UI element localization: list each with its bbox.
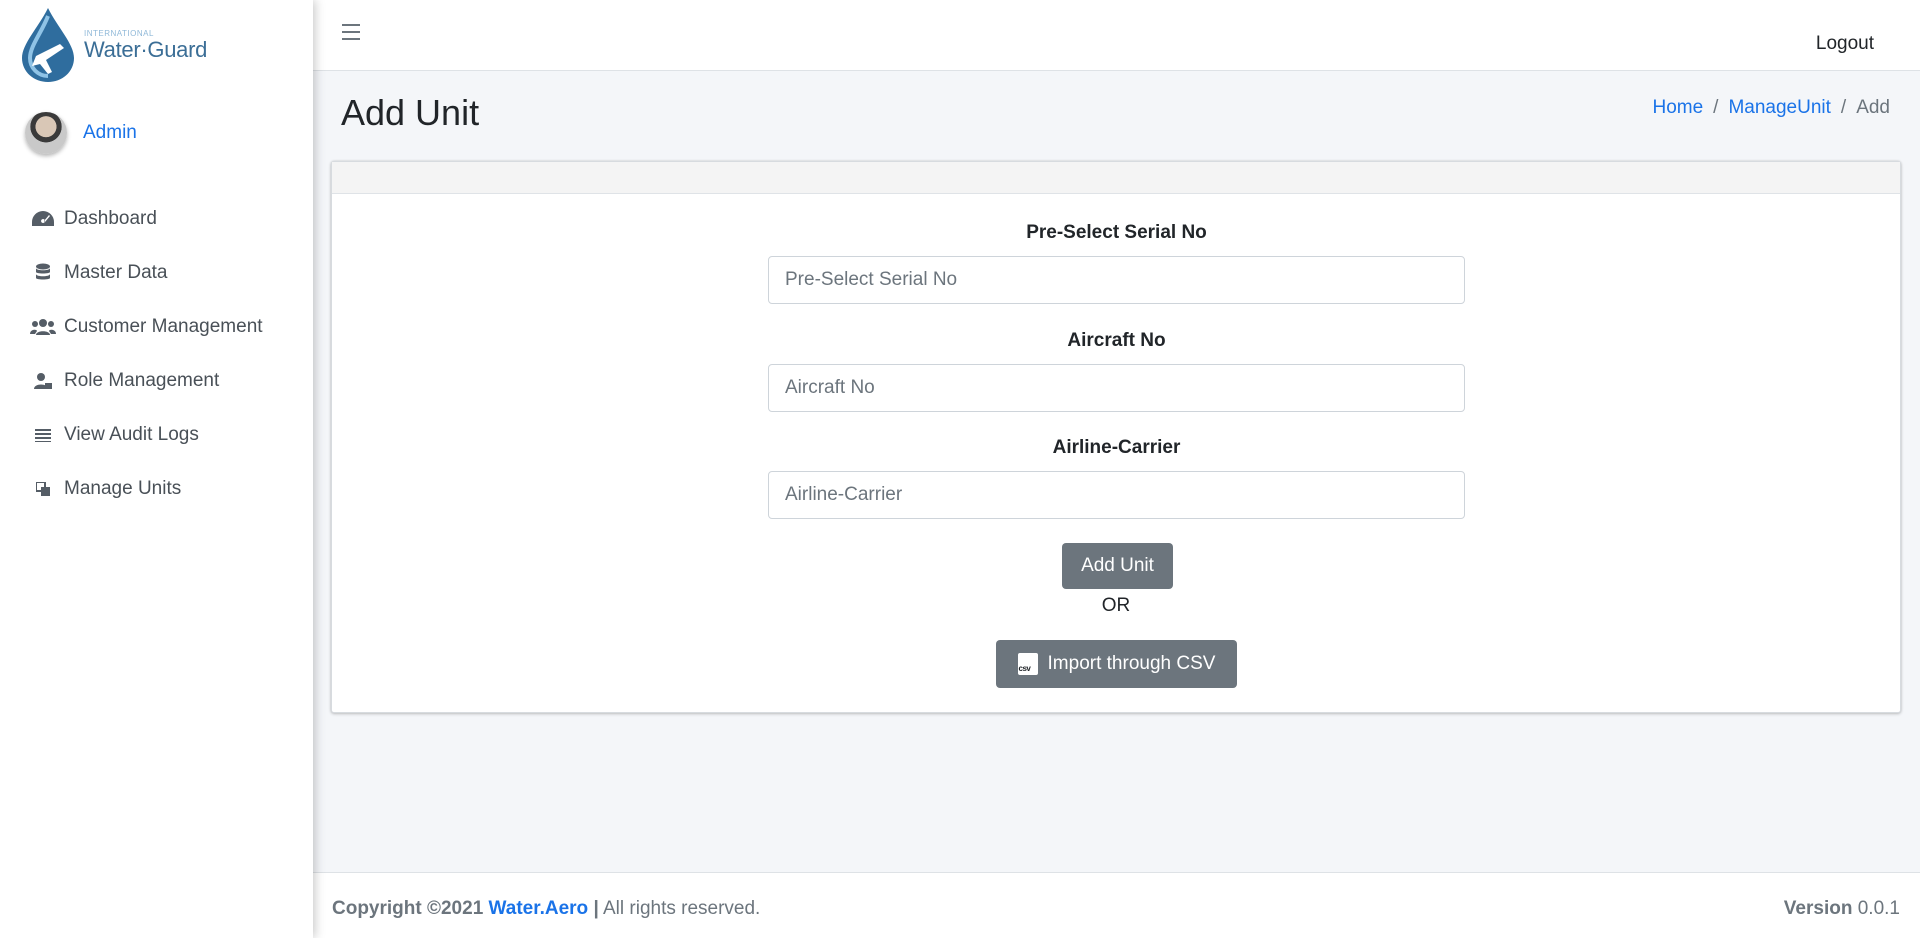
sidebar-item-label: View Audit Logs xyxy=(64,424,199,445)
hamburger-menu-icon[interactable] xyxy=(342,24,362,44)
serial-label: Pre-Select Serial No xyxy=(1026,222,1207,243)
sidebar-item-label: Role Management xyxy=(64,370,220,391)
serial-input[interactable] xyxy=(768,256,1465,304)
footer-brand-link[interactable]: Water.Aero xyxy=(489,898,589,919)
users-icon xyxy=(30,317,56,337)
database-icon xyxy=(30,263,56,283)
aircraft-label: Aircraft No xyxy=(1067,330,1166,351)
breadcrumb-manage-unit-link[interactable]: ManageUnit xyxy=(1728,97,1830,119)
logout-link[interactable]: Logout xyxy=(1816,33,1874,55)
user-panel[interactable]: Admin xyxy=(25,112,137,154)
aircraft-form-group: Aircraft No xyxy=(768,330,1465,412)
import-csv-label: Import through CSV xyxy=(1047,653,1216,674)
sidebar: INTERNATIONAL Water·Guard Admin Dashboar… xyxy=(0,0,313,938)
breadcrumb: Home / ManageUnit / Add xyxy=(1652,97,1890,119)
version-label: Version xyxy=(1783,898,1853,919)
user-name-link[interactable]: Admin xyxy=(83,122,137,144)
airline-form-group: Airline-Carrier xyxy=(768,437,1465,519)
sidebar-item-view-audit-logs[interactable]: View Audit Logs xyxy=(0,408,313,462)
avatar xyxy=(25,112,67,154)
sidebar-item-master-data[interactable]: Master Data xyxy=(0,246,313,300)
card-header xyxy=(332,162,1900,194)
sidebar-item-customer-management[interactable]: Customer Management xyxy=(0,300,313,354)
footer-copyright: Copyright ©2021 Water.Aero | All rights … xyxy=(332,898,760,920)
or-divider-text: OR xyxy=(1101,595,1131,616)
sidebar-item-manage-units[interactable]: Manage Units xyxy=(0,462,313,516)
footer-separator: | xyxy=(593,898,599,919)
airline-input[interactable] xyxy=(768,471,1465,519)
sidebar-item-role-management[interactable]: Role Management xyxy=(0,354,313,408)
sidebar-item-label: Master Data xyxy=(64,262,168,283)
tachometer-icon xyxy=(30,209,56,229)
csv-file-icon: csv xyxy=(1017,653,1038,675)
add-unit-button[interactable]: Add Unit xyxy=(1062,543,1173,589)
sidebar-nav: Dashboard Master Data Customer Managemen… xyxy=(0,192,313,516)
brand-logo[interactable]: INTERNATIONAL Water·Guard xyxy=(18,6,218,86)
footer: Copyright ©2021 Water.Aero | All rights … xyxy=(313,872,1920,938)
sidebar-item-label: Dashboard xyxy=(64,208,157,229)
sidebar-item-dashboard[interactable]: Dashboard xyxy=(0,192,313,246)
rights-text: All rights reserved. xyxy=(603,898,761,919)
add-unit-card: Pre-Select Serial No Aircraft No Airline… xyxy=(331,161,1901,713)
aircraft-input[interactable] xyxy=(768,364,1465,412)
clone-icon xyxy=(30,479,56,499)
user-lock-icon xyxy=(30,371,56,391)
serial-form-group: Pre-Select Serial No xyxy=(768,222,1465,304)
list-icon xyxy=(30,425,56,445)
footer-version: Version 0.0.1 xyxy=(1784,898,1900,920)
water-drop-logo-icon xyxy=(22,8,74,82)
breadcrumb-separator: / xyxy=(1840,97,1847,118)
page-title: Add Unit xyxy=(341,92,480,133)
airline-label: Airline-Carrier xyxy=(1052,437,1181,458)
breadcrumb-separator: / xyxy=(1713,97,1719,118)
import-csv-button[interactable]: csv Import through CSV xyxy=(996,640,1237,688)
breadcrumb-home-link[interactable]: Home xyxy=(1652,97,1703,119)
sidebar-item-label: Customer Management xyxy=(64,316,263,337)
top-navbar: Logout xyxy=(313,0,1920,71)
copyright-text: Copyright ©2021 xyxy=(332,898,484,919)
csv-icon-text: csv xyxy=(1018,664,1031,673)
brand-name: Water·Guard xyxy=(84,37,208,62)
version-value: 0.0.1 xyxy=(1857,898,1900,919)
breadcrumb-current: Add xyxy=(1856,97,1890,118)
sidebar-item-label: Manage Units xyxy=(64,478,182,499)
